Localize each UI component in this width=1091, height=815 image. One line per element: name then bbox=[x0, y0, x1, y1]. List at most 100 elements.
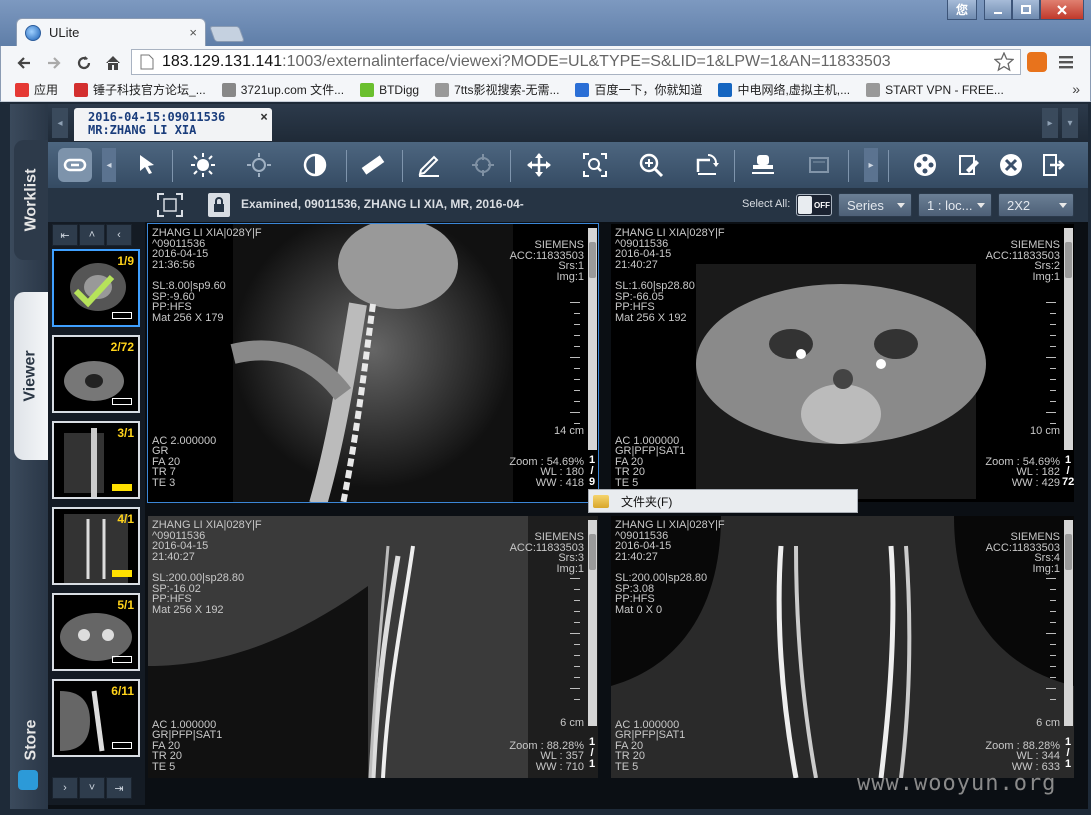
scale-ruler bbox=[1046, 578, 1056, 708]
window-level-button[interactable] bbox=[186, 148, 220, 182]
store-tab[interactable]: Store bbox=[14, 706, 48, 774]
scale-label: 6 cm bbox=[1036, 716, 1060, 729]
invert-button[interactable] bbox=[298, 148, 332, 182]
scout-line-button[interactable] bbox=[746, 148, 780, 182]
reload-button[interactable] bbox=[73, 52, 95, 74]
thumb-next-button[interactable]: › bbox=[52, 777, 78, 799]
thumbnail-status-bar bbox=[112, 312, 132, 319]
brightness-auto-button[interactable] bbox=[242, 148, 276, 182]
back-button[interactable] bbox=[13, 52, 35, 74]
link-series-button[interactable] bbox=[58, 148, 92, 182]
scrollbar-thumb[interactable] bbox=[1065, 534, 1072, 570]
extension-icon[interactable] bbox=[1027, 52, 1047, 72]
bookmark-favicon-icon bbox=[575, 82, 590, 97]
reel-button[interactable] bbox=[908, 148, 942, 182]
thumb-down-button[interactable]: ˅ bbox=[79, 777, 105, 799]
bookmark-star-icon[interactable] bbox=[994, 52, 1014, 72]
pointer-button[interactable] bbox=[130, 148, 164, 182]
bookmark-item[interactable]: 7tts影视搜索-无需... bbox=[435, 81, 559, 98]
thumbnail-count: 1/9 bbox=[117, 254, 134, 268]
series-thumbnail[interactable]: 1/9 bbox=[52, 249, 140, 327]
bookmark-item[interactable]: 百度一下，你就知道 bbox=[575, 81, 702, 98]
study-tab[interactable]: 2016-04-15:09011536 MR:ZHANG LI XIA × bbox=[74, 108, 272, 141]
image-layout-select[interactable]: 2X2 bbox=[998, 193, 1074, 217]
bookmark-item[interactable]: 应用 bbox=[15, 81, 58, 98]
browser-toolbar: 183.129.131.141:1003/externalinterface/v… bbox=[0, 46, 1091, 78]
browser-tab[interactable]: ULite × bbox=[16, 18, 206, 46]
scrollbar-thumb[interactable] bbox=[589, 242, 596, 278]
study-tabs-scroll-right[interactable]: ▸ bbox=[1042, 108, 1058, 138]
series-thumbnail[interactable]: 6/11 bbox=[52, 679, 140, 757]
thumb-up-button[interactable]: ˄ bbox=[79, 224, 105, 246]
exit-button[interactable] bbox=[1036, 148, 1070, 182]
worklist-label: Worklist bbox=[22, 168, 40, 232]
address-bar[interactable]: 183.129.131.141:1003/externalinterface/v… bbox=[131, 49, 1021, 75]
image-scrollbar[interactable] bbox=[588, 228, 597, 450]
bookmark-item[interactable]: 锤子科技官方论坛_... bbox=[74, 81, 206, 98]
image-viewport[interactable]: ZHANG LI XIA|028Y|F ^09011536 2016-04-15… bbox=[611, 224, 1074, 502]
series-thumbnail[interactable]: 3/1 bbox=[52, 421, 140, 499]
bookmark-item[interactable]: 中电网络,虚拟主机,... bbox=[718, 81, 850, 98]
clear-button[interactable] bbox=[994, 148, 1028, 182]
dsps-button[interactable] bbox=[802, 148, 836, 182]
close-window-button[interactable] bbox=[1040, 0, 1084, 20]
image-scrollbar[interactable] bbox=[1064, 520, 1073, 726]
toolbar-scroll-right[interactable]: ▸ bbox=[864, 148, 878, 182]
image-viewport[interactable]: ZHANG LI XIA|028Y|F ^09011536 2016-04-15… bbox=[611, 516, 1074, 778]
pan-button[interactable] bbox=[522, 148, 556, 182]
thumb-prev-button[interactable]: ‹ bbox=[106, 224, 132, 246]
lock-button[interactable] bbox=[208, 193, 230, 217]
fit-to-screen-button[interactable] bbox=[156, 192, 184, 218]
home-button[interactable] bbox=[102, 52, 124, 74]
toolbar-scroll-left[interactable]: ◂ bbox=[102, 148, 116, 182]
series-layout-select[interactable]: 1 : loc... bbox=[918, 193, 992, 217]
series-thumbnail[interactable]: 2/72 bbox=[52, 335, 140, 413]
context-menu-item-folder[interactable]: 文件夹(F) bbox=[621, 493, 672, 510]
scale-ruler bbox=[570, 578, 580, 708]
series-thumbnail[interactable]: 5/1 bbox=[52, 593, 140, 671]
bookmark-item[interactable]: 3721up.com 文件... bbox=[221, 81, 344, 98]
minimize-button[interactable] bbox=[984, 0, 1012, 20]
rotate-button[interactable] bbox=[690, 148, 724, 182]
select-all-label: Select All: bbox=[742, 198, 791, 210]
maximize-button[interactable] bbox=[1012, 0, 1040, 20]
image-scrollbar[interactable] bbox=[588, 520, 597, 726]
zoom-region-button[interactable] bbox=[578, 148, 612, 182]
new-tab-button[interactable] bbox=[209, 26, 245, 42]
worklist-tab[interactable]: Worklist bbox=[14, 140, 48, 260]
patient-info-overlay: ZHANG LI XIA|028Y|F ^09011536 2016-04-15… bbox=[615, 227, 725, 271]
store-icon[interactable] bbox=[18, 770, 38, 790]
image-scrollbar[interactable] bbox=[1064, 228, 1073, 450]
image-viewport[interactable]: ZHANG LI XIA|028Y|F ^09011536 2016-04-15… bbox=[148, 516, 598, 778]
series-thumbnail[interactable]: 4/1 bbox=[52, 507, 140, 585]
bookmarks-overflow-button[interactable]: » bbox=[1072, 81, 1080, 97]
thumb-last-button[interactable]: ⇥ bbox=[106, 777, 132, 799]
viewer-tab[interactable]: Viewer bbox=[14, 292, 48, 460]
annotate-button[interactable] bbox=[412, 148, 446, 182]
thumb-first-button[interactable]: ⇤ bbox=[52, 224, 78, 246]
lock-icon bbox=[214, 197, 224, 212]
study-tabs-scroll-left[interactable]: ◂ bbox=[52, 108, 68, 138]
page-icon bbox=[140, 54, 154, 70]
bookmark-label: 应用 bbox=[34, 83, 59, 97]
zoom-region-icon bbox=[583, 153, 607, 177]
study-tab-close-icon[interactable]: × bbox=[260, 111, 268, 124]
user-profile-button[interactable]: 您 bbox=[947, 0, 977, 20]
context-menu[interactable]: 文件夹(F) bbox=[588, 489, 858, 513]
ruler-button[interactable] bbox=[356, 148, 390, 182]
study-tabs-menu[interactable]: ▾ bbox=[1062, 108, 1078, 138]
sync-mode-select[interactable]: Series bbox=[838, 193, 912, 217]
bookmark-item[interactable]: START VPN - FREE... bbox=[866, 82, 1004, 97]
select-all-toggle[interactable]: OFF bbox=[796, 194, 832, 216]
forward-button[interactable] bbox=[43, 52, 65, 74]
bookmark-item[interactable]: BTDigg bbox=[360, 82, 419, 97]
report-button[interactable] bbox=[952, 148, 986, 182]
scrollbar-thumb[interactable] bbox=[1065, 242, 1072, 278]
reload-icon bbox=[77, 56, 91, 70]
image-viewport[interactable]: ZHANG LI XIA|028Y|F ^09011536 2016-04-15… bbox=[147, 223, 599, 503]
tab-close-icon[interactable]: × bbox=[189, 25, 197, 40]
menu-icon[interactable] bbox=[1059, 54, 1073, 70]
scrollbar-thumb[interactable] bbox=[589, 534, 596, 570]
crosshair-button[interactable] bbox=[466, 148, 500, 182]
zoom-button[interactable] bbox=[634, 148, 668, 182]
